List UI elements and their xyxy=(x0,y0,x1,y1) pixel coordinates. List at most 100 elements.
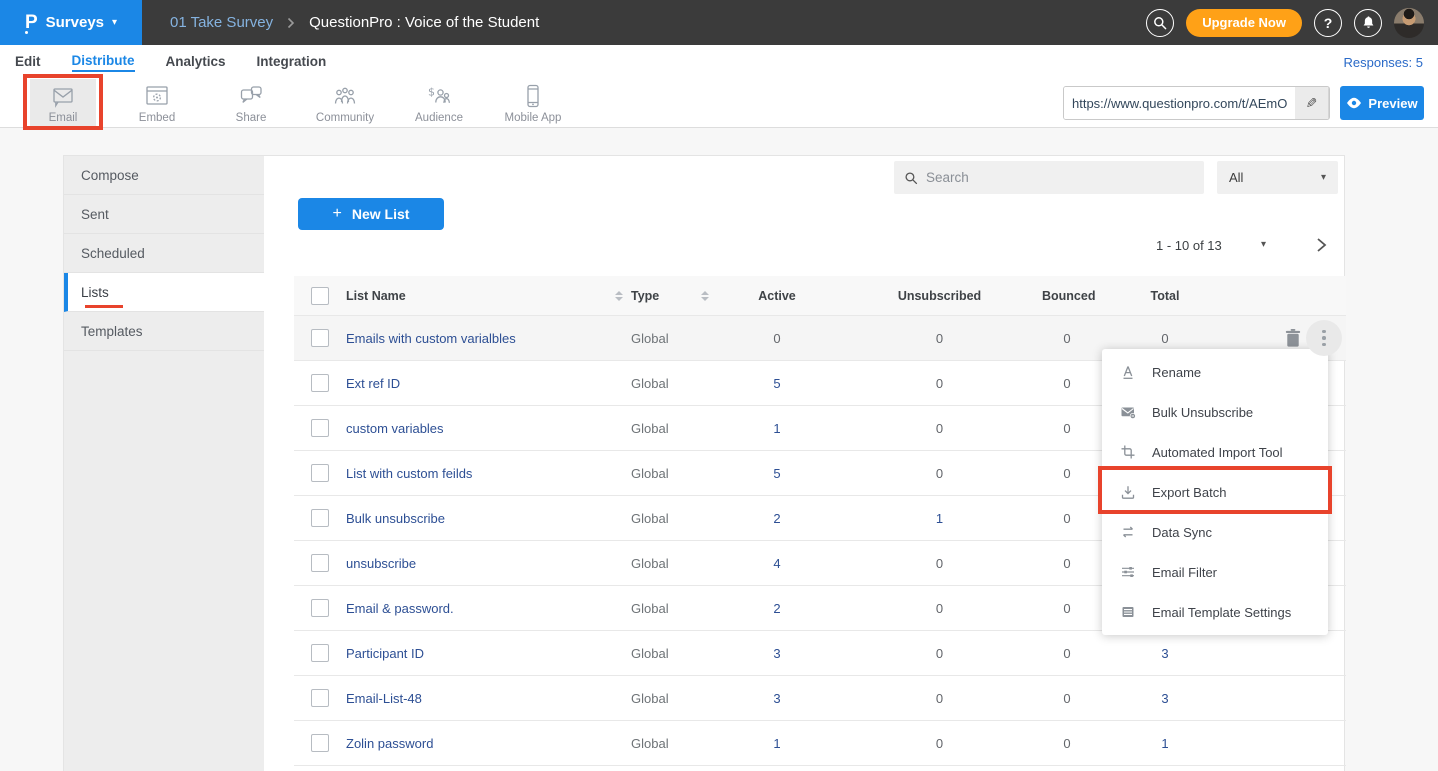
tab-analytics[interactable]: Analytics xyxy=(166,54,226,71)
breadcrumb-survey-name[interactable]: 01 Take Survey xyxy=(170,14,273,31)
bounced-count[interactable]: 0 xyxy=(1042,691,1092,706)
unsubscribed-count[interactable]: 0 xyxy=(837,601,1042,616)
menu-item-data-sync[interactable]: Data Sync xyxy=(1102,512,1328,552)
active-count[interactable]: 3 xyxy=(717,646,837,661)
sort-icon[interactable] xyxy=(701,291,709,301)
tab-edit[interactable]: Edit xyxy=(15,54,41,71)
tab-integration[interactable]: Integration xyxy=(257,54,327,71)
list-name-link[interactable]: Email & password. xyxy=(346,601,631,616)
active-count[interactable]: 1 xyxy=(717,736,837,751)
unsubscribed-count[interactable]: 1 xyxy=(837,511,1042,526)
table-row[interactable]: Email-List-48 Global 3 0 0 3 xyxy=(294,676,1346,721)
toolbar-item-audience[interactable]: $ Audience xyxy=(406,79,472,127)
bounced-count[interactable]: 0 xyxy=(1042,601,1092,616)
user-avatar[interactable] xyxy=(1394,8,1424,38)
table-row[interactable]: Participant ID Global 3 0 0 3 xyxy=(294,631,1346,676)
row-checkbox[interactable] xyxy=(311,644,329,662)
row-checkbox[interactable] xyxy=(311,329,329,347)
toolbar-item-community[interactable]: Community xyxy=(312,79,378,127)
preview-button[interactable]: Preview xyxy=(1340,86,1424,120)
survey-url-input[interactable] xyxy=(1064,87,1295,119)
unsubscribed-count[interactable]: 0 xyxy=(837,646,1042,661)
sidebar-item-scheduled[interactable]: Scheduled xyxy=(64,234,264,273)
list-name-link[interactable]: List with custom feilds xyxy=(346,466,631,481)
active-count[interactable]: 2 xyxy=(717,511,837,526)
bounced-count[interactable]: 0 xyxy=(1042,466,1092,481)
list-name-link[interactable]: Participant ID xyxy=(346,646,631,661)
toolbar-item-embed[interactable]: Embed xyxy=(124,79,190,127)
total-count[interactable]: 1 xyxy=(1092,736,1238,751)
delete-list-icon[interactable] xyxy=(1284,328,1302,348)
total-count[interactable]: 0 xyxy=(1092,331,1238,346)
total-count[interactable]: 3 xyxy=(1092,646,1238,661)
bounced-count[interactable]: 0 xyxy=(1042,646,1092,661)
unsubscribed-count[interactable]: 0 xyxy=(837,376,1042,391)
list-name-link[interactable]: custom variables xyxy=(346,421,631,436)
active-count[interactable]: 1 xyxy=(717,421,837,436)
responses-count[interactable]: Responses: 5 xyxy=(1344,55,1438,70)
bounced-count[interactable]: 0 xyxy=(1042,556,1092,571)
row-checkbox[interactable] xyxy=(311,689,329,707)
menu-item-email-filter[interactable]: Email Filter xyxy=(1102,552,1328,592)
search-icon[interactable] xyxy=(1146,9,1174,37)
table-row[interactable]: Zolin password Global 1 0 0 1 xyxy=(294,721,1346,766)
row-checkbox[interactable] xyxy=(311,734,329,752)
unsubscribed-count[interactable]: 0 xyxy=(837,421,1042,436)
sidebar-item-compose[interactable]: Compose xyxy=(64,156,264,195)
menu-item-bulk-unsubscribe[interactable]: Bulk Unsubscribe xyxy=(1102,392,1328,432)
select-all-checkbox[interactable] xyxy=(311,287,329,305)
search-input[interactable] xyxy=(926,170,1194,185)
list-name-link[interactable]: unsubscribe xyxy=(346,556,631,571)
row-checkbox[interactable] xyxy=(311,509,329,527)
menu-item-automated-import[interactable]: Automated Import Tool xyxy=(1102,432,1328,472)
active-count[interactable]: 2 xyxy=(717,601,837,616)
unsubscribed-count[interactable]: 0 xyxy=(837,736,1042,751)
list-name-link[interactable]: Bulk unsubscribe xyxy=(346,511,631,526)
toolbar-item-email[interactable]: Email xyxy=(30,79,96,127)
row-checkbox[interactable] xyxy=(311,419,329,437)
sidebar-item-lists[interactable]: Lists xyxy=(64,273,264,312)
menu-item-rename[interactable]: Rename xyxy=(1102,352,1328,392)
pagination-caret-icon[interactable]: ▾ xyxy=(1261,239,1266,250)
active-count[interactable]: 3 xyxy=(717,691,837,706)
row-menu-button[interactable] xyxy=(1306,320,1342,356)
upgrade-now-button[interactable]: Upgrade Now xyxy=(1186,9,1302,37)
next-page-button[interactable] xyxy=(1310,234,1332,256)
menu-item-email-template-settings[interactable]: Email Template Settings xyxy=(1102,592,1328,632)
row-checkbox[interactable] xyxy=(311,464,329,482)
unsubscribed-count[interactable]: 0 xyxy=(837,691,1042,706)
sidebar-item-sent[interactable]: Sent xyxy=(64,195,264,234)
menu-item-export-batch[interactable]: Export Batch xyxy=(1102,472,1328,512)
row-checkbox[interactable] xyxy=(311,599,329,617)
new-list-button[interactable]: + New List xyxy=(298,198,444,230)
toolbar-item-mobile-app[interactable]: Mobile App xyxy=(500,79,566,127)
edit-url-pencil-icon[interactable]: ✎ xyxy=(1295,87,1329,119)
surveys-product-menu[interactable]: P Surveys ▾ xyxy=(0,0,142,45)
notifications-bell-icon[interactable] xyxy=(1354,9,1382,37)
bounced-count[interactable]: 0 xyxy=(1042,376,1092,391)
active-count[interactable]: 0 xyxy=(717,331,837,346)
help-icon[interactable]: ? xyxy=(1314,9,1342,37)
bounced-count[interactable]: 0 xyxy=(1042,736,1092,751)
active-count[interactable]: 5 xyxy=(717,466,837,481)
list-name-link[interactable]: Emails with custom varialbles xyxy=(346,331,631,346)
bounced-count[interactable]: 0 xyxy=(1042,511,1092,526)
list-name-link[interactable]: Ext ref ID xyxy=(346,376,631,391)
active-count[interactable]: 4 xyxy=(717,556,837,571)
unsubscribed-count[interactable]: 0 xyxy=(837,466,1042,481)
row-checkbox[interactable] xyxy=(311,374,329,392)
list-name-link[interactable]: Zolin password xyxy=(346,736,631,751)
sort-icon[interactable] xyxy=(615,291,623,301)
active-count[interactable]: 5 xyxy=(717,376,837,391)
sidebar-item-templates[interactable]: Templates xyxy=(64,312,264,351)
row-checkbox[interactable] xyxy=(311,554,329,572)
bounced-count[interactable]: 0 xyxy=(1042,421,1092,436)
list-name-link[interactable]: Email-List-48 xyxy=(346,691,631,706)
list-filter-dropdown[interactable]: All ▾ xyxy=(1217,161,1338,194)
unsubscribed-count[interactable]: 0 xyxy=(837,331,1042,346)
pagination-range[interactable]: 1 - 10 of 13 xyxy=(1156,238,1222,253)
bounced-count[interactable]: 0 xyxy=(1042,331,1092,346)
toolbar-item-share[interactable]: Share xyxy=(218,79,284,127)
total-count[interactable]: 3 xyxy=(1092,691,1238,706)
tab-distribute[interactable]: Distribute xyxy=(72,53,135,72)
